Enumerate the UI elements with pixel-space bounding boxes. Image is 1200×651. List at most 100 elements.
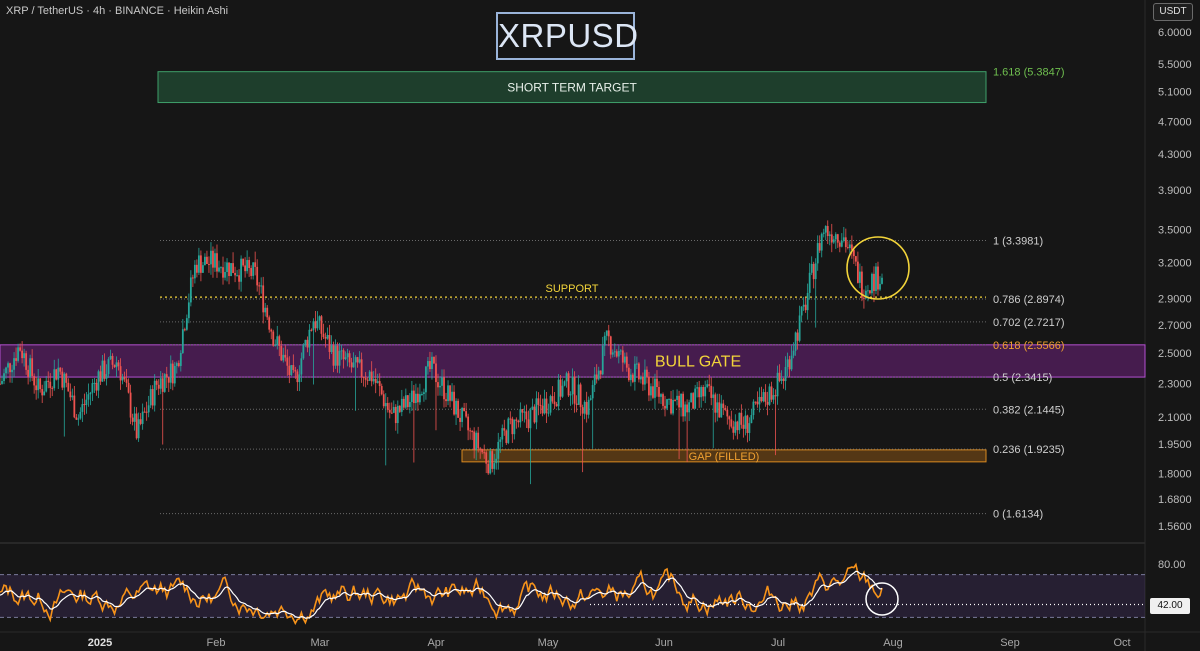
candle-body bbox=[571, 376, 574, 395]
candle-body bbox=[662, 394, 664, 406]
candle-body bbox=[308, 329, 311, 348]
candle-body bbox=[698, 387, 701, 398]
candle-body bbox=[280, 345, 283, 361]
candle-body bbox=[740, 412, 743, 425]
candle-body bbox=[427, 361, 429, 367]
candle-body bbox=[443, 377, 445, 400]
fib-label: 0.702 (2.7217) bbox=[993, 317, 1065, 329]
candle-body bbox=[551, 396, 554, 402]
candle-body bbox=[559, 379, 562, 397]
candle-body bbox=[220, 267, 222, 269]
candle-body bbox=[752, 401, 755, 416]
candle-body bbox=[55, 369, 58, 380]
candle-body bbox=[226, 262, 228, 273]
candle-body bbox=[97, 371, 100, 391]
price-tick-label: 3.9000 bbox=[1158, 185, 1192, 197]
chart[interactable]: 6.0000 5.5000 5.1000 4.7000 4.3000 3.9000 3.50… bbox=[0, 0, 1200, 651]
candle-body bbox=[619, 350, 622, 352]
candle-body bbox=[11, 369, 13, 373]
candle-body bbox=[642, 376, 644, 385]
currency-selector[interactable]: USDT bbox=[1153, 3, 1193, 21]
candle-body bbox=[842, 237, 845, 241]
candle-body bbox=[260, 285, 263, 287]
candle-body bbox=[844, 237, 847, 248]
candle-body bbox=[535, 398, 538, 423]
price-tick-label: 1.8000 bbox=[1158, 469, 1192, 481]
candle-body bbox=[183, 329, 186, 331]
candle-body bbox=[431, 356, 433, 370]
candle-body bbox=[702, 386, 705, 397]
candle-body bbox=[565, 373, 568, 382]
price-tick-label: 1.6800 bbox=[1158, 494, 1192, 506]
candle-body bbox=[611, 352, 614, 355]
candle-body bbox=[344, 357, 347, 360]
candle-body bbox=[208, 263, 210, 265]
candle-body bbox=[734, 421, 737, 433]
candle-body bbox=[461, 407, 463, 422]
candle-body bbox=[770, 386, 773, 400]
candle-body bbox=[621, 350, 624, 363]
candle-body bbox=[284, 354, 287, 358]
candle-body bbox=[718, 402, 721, 418]
candle-body bbox=[615, 351, 618, 357]
candle-body bbox=[830, 234, 833, 243]
candle-body bbox=[840, 240, 843, 247]
candle-body bbox=[246, 260, 249, 272]
candle-body bbox=[547, 412, 550, 414]
candle-body bbox=[637, 363, 640, 380]
candle-body bbox=[652, 386, 654, 398]
candle-body bbox=[613, 351, 616, 353]
candle-body bbox=[75, 417, 78, 420]
candle-body bbox=[812, 263, 815, 280]
candle-body bbox=[302, 344, 305, 359]
fib-label: 0.382 (2.1445) bbox=[993, 404, 1065, 416]
candle-body bbox=[433, 356, 435, 364]
candle-body bbox=[31, 358, 34, 377]
candle-body bbox=[27, 369, 30, 377]
time-tick-label: Sep bbox=[1000, 637, 1020, 649]
candle-body bbox=[296, 371, 299, 383]
candle-body bbox=[324, 337, 327, 339]
candle-body bbox=[264, 307, 267, 313]
candle-body bbox=[852, 249, 855, 257]
candle-body bbox=[686, 404, 689, 413]
candle-body bbox=[242, 258, 245, 266]
fib-label: 0.236 (1.9235) bbox=[993, 444, 1065, 456]
candle-body bbox=[93, 382, 96, 384]
zone-label: BULL GATE bbox=[655, 354, 741, 371]
candle-body bbox=[298, 374, 301, 383]
candle-body bbox=[710, 385, 713, 398]
candle-body bbox=[816, 243, 819, 264]
candle-body bbox=[863, 297, 865, 299]
candle-body bbox=[306, 339, 309, 348]
candle-body bbox=[382, 394, 385, 407]
candle-body bbox=[222, 267, 224, 278]
chart-canvas[interactable]: 6.0000 5.5000 5.1000 4.7000 4.3000 3.9000 3.50… bbox=[0, 0, 1200, 651]
candle-body bbox=[366, 379, 369, 381]
candle-body bbox=[109, 355, 112, 360]
candle-body bbox=[674, 399, 676, 401]
candle-body bbox=[0, 383, 1, 385]
candle-body bbox=[523, 411, 526, 413]
candle-body bbox=[623, 356, 626, 363]
candle-body bbox=[131, 417, 134, 422]
candle-body bbox=[732, 426, 735, 433]
candle-body bbox=[244, 265, 247, 272]
candle-body bbox=[57, 367, 60, 380]
candle-body bbox=[200, 255, 202, 273]
candle-body bbox=[545, 398, 548, 414]
candle-body bbox=[439, 385, 441, 388]
candle-body bbox=[218, 267, 220, 272]
candle-body bbox=[15, 358, 17, 361]
candle-body bbox=[388, 409, 391, 413]
candle-body bbox=[796, 332, 799, 341]
candle-body bbox=[412, 390, 415, 404]
candle-body bbox=[193, 264, 196, 279]
candle-body bbox=[820, 233, 823, 251]
candle-body bbox=[272, 331, 275, 346]
candle-body bbox=[294, 369, 297, 372]
candle-body bbox=[627, 367, 630, 381]
candle-body bbox=[17, 347, 19, 361]
zone-label: SHORT TERM TARGET bbox=[507, 80, 637, 94]
candle-body bbox=[577, 384, 580, 405]
